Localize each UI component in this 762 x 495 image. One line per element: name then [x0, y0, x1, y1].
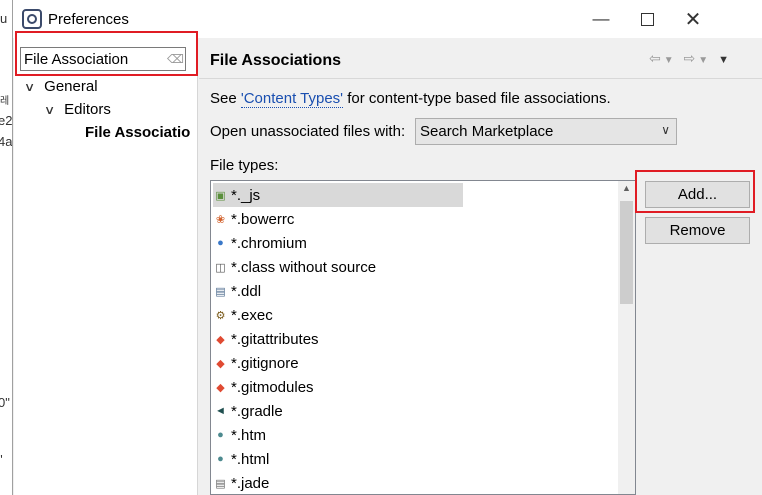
- tree-item-label: File Associatio: [85, 124, 191, 141]
- ddl-file-icon: ▤: [215, 285, 226, 298]
- maximize-button[interactable]: [624, 0, 670, 38]
- git-icon: ◆: [216, 333, 225, 346]
- chevron-down-icon: ∨: [661, 123, 670, 137]
- minimize-button[interactable]: —: [578, 0, 624, 38]
- filter-highlight-box: [15, 31, 198, 76]
- back-menu-chevron-icon[interactable]: ▼: [664, 55, 677, 66]
- scrollbar-thumb[interactable]: [620, 201, 633, 304]
- exec-gears-icon: ⚙: [215, 309, 226, 322]
- add-highlight-box: [635, 170, 755, 213]
- background-text: 4a: [0, 134, 12, 149]
- scroll-up-icon[interactable]: ▲: [618, 183, 635, 193]
- select-value: Search Marketplace: [420, 123, 554, 140]
- background-text: 0": [0, 395, 10, 410]
- file-type-row[interactable]: ◆ *.gitignore: [213, 351, 299, 375]
- bower-icon: ❀: [215, 213, 226, 226]
- tree-item-file-associations[interactable]: File Associatio: [85, 124, 190, 141]
- window-title: Preferences: [48, 11, 129, 28]
- file-type-row[interactable]: ● *.html: [213, 447, 269, 471]
- background-app-strip: u 레 e2 4a 0" ": [0, 0, 12, 495]
- background-text: ": [0, 452, 3, 467]
- close-icon: ✕: [684, 8, 702, 31]
- file-types-list[interactable]: ▣ *._js ❀ *.bowerrc ● *.chromium ◫ *.class with…: [210, 180, 636, 495]
- background-text: e2: [0, 113, 12, 128]
- file-type-name: *.class without source: [231, 258, 377, 276]
- file-type-row[interactable]: ❀ *.bowerrc: [213, 207, 294, 231]
- hint-prefix: See: [210, 90, 241, 107]
- file-type-name: *.jade: [231, 474, 270, 492]
- preferences-tree-pane: ⌫ ∨ General ∨ Editors File Associatio: [14, 38, 198, 495]
- maximize-icon: [640, 12, 654, 26]
- file-type-name: *.bowerrc: [231, 210, 295, 228]
- close-button[interactable]: ✕: [670, 0, 716, 38]
- preferences-window: Preferences — ✕ ⌫ ∨ General ∨ Editors Fi…: [12, 0, 762, 495]
- file-type-row[interactable]: ▣ *._js: [213, 183, 463, 207]
- web-globe-icon: ●: [217, 429, 224, 441]
- tree-item-editors[interactable]: ∨ Editors: [44, 101, 111, 118]
- class-file-icon: ◫: [215, 261, 226, 274]
- file-type-name: *._js: [231, 186, 261, 204]
- file-type-row[interactable]: ◄ *.gradle: [213, 399, 283, 423]
- file-type-row[interactable]: ◫ *.class without source: [213, 255, 376, 279]
- file-type-name: *.gitmodules: [231, 378, 314, 396]
- eclipse-app-icon: [22, 9, 42, 29]
- file-type-name: *.gradle: [231, 402, 283, 420]
- page-navigation: ⇦▼ ⇨▼ ▼: [649, 50, 732, 67]
- tree-item-label: General: [44, 78, 98, 95]
- minimize-icon: —: [592, 9, 610, 28]
- gradle-icon: ◄: [215, 405, 226, 417]
- git-icon: ◆: [216, 381, 225, 394]
- back-arrow-icon[interactable]: ⇦: [649, 50, 664, 66]
- open-unassociated-select[interactable]: Search Marketplace ∨: [415, 118, 677, 145]
- file-type-name: *.exec: [231, 306, 273, 324]
- file-type-row[interactable]: ◆ *.gitmodules: [213, 375, 314, 399]
- vertical-scrollbar[interactable]: ▲: [618, 181, 635, 494]
- chromium-icon: ●: [217, 237, 224, 249]
- remove-button[interactable]: Remove: [645, 217, 750, 244]
- file-type-name: *.htm: [231, 426, 267, 444]
- file-type-row[interactable]: ● *.htm: [213, 423, 266, 447]
- forward-arrow-icon[interactable]: ⇨: [684, 50, 699, 66]
- file-type-row[interactable]: ▤ *.jade: [213, 471, 270, 494]
- file-type-name: *.gitattributes: [231, 330, 319, 348]
- file-type-row[interactable]: ▤ *.ddl: [213, 279, 261, 303]
- file-type-row[interactable]: ◆ *.gitattributes: [213, 327, 319, 351]
- chevron-down-icon[interactable]: ∨: [44, 103, 62, 117]
- content-types-hint: See 'Content Types' for content-type bas…: [210, 90, 611, 108]
- text-file-icon: ▤: [215, 477, 226, 490]
- file-type-name: *.gitignore: [231, 354, 299, 372]
- file-type-row[interactable]: ⚙ *.exec: [213, 303, 273, 327]
- hint-suffix: for content-type based file associations…: [343, 90, 611, 107]
- file-type-name: *.chromium: [231, 234, 307, 252]
- background-text: u: [0, 11, 8, 26]
- tree-item-general[interactable]: ∨ General: [24, 78, 98, 95]
- node-js-icon: ▣: [215, 189, 226, 202]
- header-separator: [199, 78, 762, 79]
- git-icon: ◆: [216, 357, 225, 370]
- file-type-name: *.ddl: [231, 282, 262, 300]
- file-type-row[interactable]: ● *.chromium: [213, 231, 307, 255]
- background-text: 레: [0, 96, 10, 107]
- web-globe-icon: ●: [217, 453, 224, 465]
- view-menu-icon[interactable]: ▼: [718, 54, 732, 66]
- file-types-label: File types:: [210, 157, 279, 174]
- page-title: File Associations: [210, 52, 341, 69]
- tree-item-label: Editors: [64, 101, 111, 118]
- chevron-down-icon[interactable]: ∨: [24, 80, 42, 94]
- file-type-name: *.html: [231, 450, 270, 468]
- content-types-link[interactable]: 'Content Types': [240, 90, 344, 108]
- open-unassociated-label: Open unassociated files with:: [210, 123, 406, 140]
- forward-menu-chevron-icon[interactable]: ▼: [698, 55, 711, 66]
